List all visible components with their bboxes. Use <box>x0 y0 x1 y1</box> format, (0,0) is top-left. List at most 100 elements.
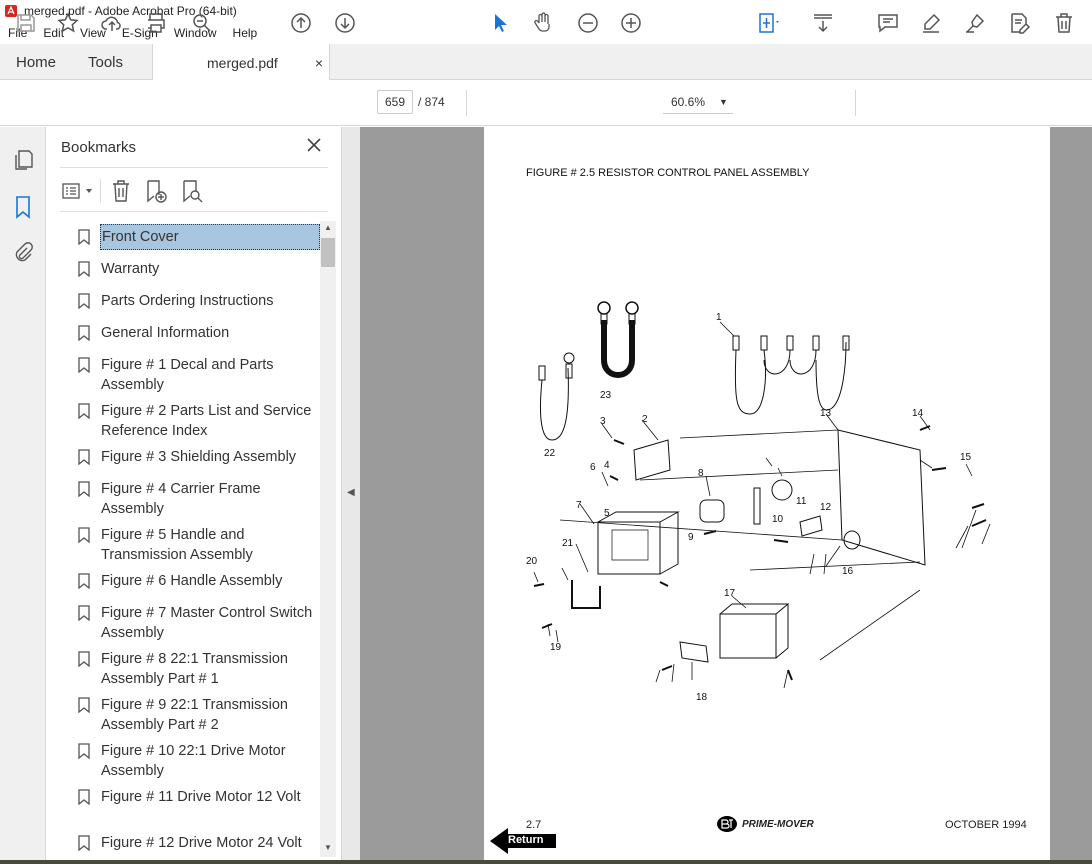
toolbar-divider <box>855 90 856 116</box>
new-bookmark-icon[interactable] <box>144 179 168 203</box>
chevron-down-icon: ▼ <box>719 97 728 107</box>
figure-title: FIGURE # 2.5 RESISTOR CONTROL PANEL ASSE… <box>526 167 810 179</box>
bookmark-label: Figure # 12 Drive Motor 24 Volt <box>101 835 302 851</box>
bookmark-icon <box>78 449 90 465</box>
bookmark-icon <box>78 357 90 373</box>
hand-tool-icon[interactable] <box>531 11 555 35</box>
delete-bookmark-icon[interactable] <box>110 179 132 203</box>
callout-20: 20 <box>526 556 538 567</box>
zoom-level-value: 60.6% <box>671 95 706 109</box>
tab-home[interactable]: Home <box>16 44 56 80</box>
bookmark-icon <box>78 229 90 245</box>
callout-1: 1 <box>716 312 722 323</box>
zoom-level-select[interactable]: 60.6% ▼ <box>663 90 733 114</box>
page-total: / 874 <box>418 95 445 109</box>
bookmark-list: Front Cover Warranty Parts Ordering Instru… <box>46 221 322 857</box>
bookmark-options-icon[interactable] <box>62 181 96 201</box>
callout-8: 8 <box>698 468 704 479</box>
bookmark-label: Figure # 6 Handle Assembly <box>101 573 283 589</box>
find-bookmark-icon[interactable] <box>180 179 204 203</box>
page-down-icon[interactable] <box>333 11 357 35</box>
edit-pdf-icon[interactable] <box>1007 11 1031 35</box>
callout-6: 6 <box>590 462 596 473</box>
star-icon[interactable] <box>56 11 80 35</box>
scroll-mode-icon[interactable] <box>811 11 835 35</box>
exploded-parts-diagram: 1 2 3 4 5 6 7 8 9 10 11 12 13 14 15 16 1… <box>526 301 991 703</box>
callout-9: 9 <box>688 532 694 543</box>
comment-icon[interactable] <box>876 11 900 35</box>
callout-23: 23 <box>600 390 612 401</box>
callout-21: 21 <box>562 538 574 549</box>
bookmark-label: Figure # 2 Parts List and Service Refere… <box>101 403 312 439</box>
page-thumbnails-icon[interactable] <box>12 149 34 171</box>
zoom-in-icon[interactable] <box>619 11 643 35</box>
scroll-up-icon[interactable]: ▲ <box>324 223 332 232</box>
page-number-input[interactable]: 659 <box>377 90 413 114</box>
bookmark-icon <box>78 481 90 497</box>
collapse-arrow-icon[interactable]: ◀ <box>347 487 355 498</box>
bookmarks-title: Bookmarks <box>61 139 137 156</box>
delete-icon[interactable] <box>1052 11 1076 35</box>
bookmarks-panel: Bookmarks Front Cover Warranty Parts Order… <box>46 127 342 864</box>
bookmark-icon <box>78 835 90 851</box>
publication-date: OCTOBER 1994 <box>945 819 1027 831</box>
bookmarks-scrollbar[interactable]: ▲ ▼ <box>320 221 336 857</box>
bookmark-tools <box>60 177 328 205</box>
bookmark-icon <box>78 697 90 713</box>
bookmark-icon <box>78 325 90 341</box>
bookmark-icon <box>78 403 90 419</box>
close-icon[interactable] <box>304 135 324 155</box>
tab-bar: Home Tools merged.pdf × <box>0 44 1092 81</box>
attachment-icon[interactable] <box>12 241 34 263</box>
bookmark-label: Figure # 8 22:1 Transmission Assembly Pa… <box>101 651 288 687</box>
bookmark-panel-icon[interactable] <box>12 195 34 219</box>
bookmark-icon <box>78 573 90 589</box>
print-icon[interactable] <box>144 11 168 35</box>
bookmark-label: Parts Ordering Instructions <box>101 293 274 309</box>
brand-name: PRIME-MOVER <box>742 819 814 830</box>
bookmark-icon <box>78 293 90 309</box>
page-up-icon[interactable] <box>289 11 313 35</box>
callout-11: 11 <box>796 496 807 507</box>
brand-logo-icon <box>717 816 737 832</box>
bookmark-icon <box>78 743 90 759</box>
divider <box>100 179 101 203</box>
zoom-out-icon[interactable] <box>576 11 600 35</box>
scroll-down-icon[interactable]: ▼ <box>324 843 332 852</box>
bookmark-icon <box>78 261 90 277</box>
callout-22: 22 <box>544 448 556 459</box>
callout-14: 14 <box>912 408 924 419</box>
save-icon[interactable] <box>14 11 38 35</box>
callout-10: 10 <box>772 514 784 525</box>
upload-cloud-icon[interactable] <box>100 11 124 35</box>
menu-help[interactable]: Help <box>225 26 266 40</box>
callout-3: 3 <box>600 416 606 427</box>
highlight-pen-icon[interactable] <box>919 11 943 35</box>
callout-13: 13 <box>820 408 832 419</box>
bookmark-label: Figure # 10 22:1 Drive Motor Assembly <box>101 743 286 779</box>
select-cursor-icon[interactable] <box>488 11 512 35</box>
sign-pen-icon[interactable] <box>963 11 987 35</box>
bookmark-label: Figure # 1 Decal and Parts Assembly <box>101 357 274 393</box>
fit-page-icon[interactable] <box>756 11 780 35</box>
callout-15: 15 <box>960 452 972 463</box>
navigation-rail <box>0 127 46 864</box>
tab-document[interactable]: merged.pdf × <box>152 44 330 81</box>
tab-close-icon[interactable]: × <box>315 55 323 71</box>
bookmark-label: Figure # 9 22:1 Transmission Assembly Pa… <box>101 697 288 733</box>
bookmark-label: Front Cover <box>100 224 320 250</box>
taskbar-edge <box>0 860 1092 864</box>
bookmark-label: Figure # 4 Carrier Frame Assembly <box>101 481 261 517</box>
toolbar-divider <box>466 90 467 116</box>
panel-collapse-handle[interactable]: ◀ <box>342 127 360 864</box>
return-link[interactable]: Return <box>508 834 543 846</box>
callout-18: 18 <box>696 692 708 703</box>
callout-7: 7 <box>576 500 582 511</box>
callout-19: 19 <box>550 642 562 653</box>
bookmark-label: Warranty <box>101 261 160 277</box>
zoom-search-icon[interactable] <box>190 11 214 35</box>
callout-5: 5 <box>604 508 610 519</box>
tab-tools[interactable]: Tools <box>88 44 123 80</box>
callout-12: 12 <box>820 502 832 513</box>
scrollbar-thumb[interactable] <box>321 238 335 267</box>
